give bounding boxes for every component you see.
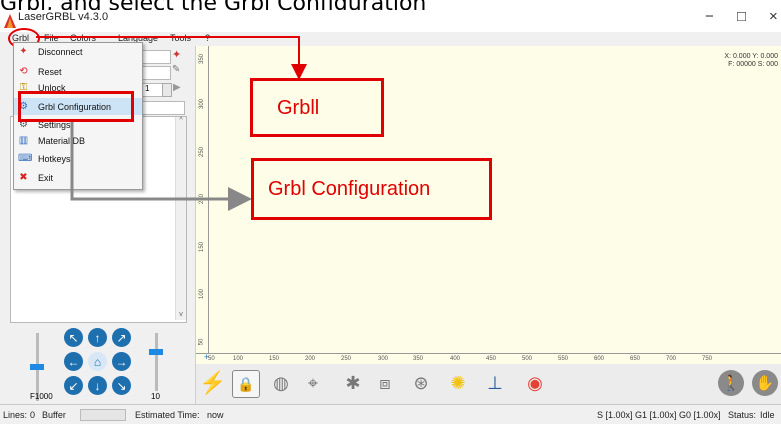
menu-help[interactable]: ? — [205, 33, 210, 43]
ruler-v-label: 250 — [199, 146, 206, 158]
lines-label: Lines: — [3, 410, 28, 420]
menu-item-exit[interactable]: ✖ Exit — [14, 169, 142, 186]
reset-icon: ⟲ — [19, 66, 28, 77]
step-slider-track[interactable] — [155, 333, 158, 391]
ruler-h-label: 100 — [233, 356, 244, 362]
ruler-h-label: 700 — [666, 356, 677, 362]
lightning-icon[interactable]: ⚡ — [199, 370, 226, 396]
jog-home-button[interactable]: ⌂ — [88, 352, 107, 371]
menu-item-hotkeys[interactable]: ⌨ Hotkeys — [14, 150, 142, 167]
ruler-h-label: 750 — [702, 356, 713, 362]
menu-item-label: Reset — [38, 67, 62, 77]
crosshair-icon[interactable]: ⌖ — [300, 370, 326, 396]
color-wheel-icon[interactable]: ◉ — [522, 370, 548, 396]
xy-coords: X: 0.000 Y: 0.000 — [724, 53, 778, 60]
config-highlight-box — [18, 91, 134, 122]
config-callout-label: Grbl Configuration — [268, 178, 431, 200]
jog-up-button[interactable]: ↑ — [88, 328, 107, 347]
ruler-h-label: 400 — [450, 356, 461, 362]
menu-item-label: Material DB — [38, 136, 86, 146]
minimize-button[interactable]: − — [705, 8, 714, 25]
log-scrollbar[interactable]: ^ v — [175, 117, 186, 320]
frame-icon[interactable]: ⧈ — [372, 370, 398, 396]
grbl-callout-box: Grbll — [250, 78, 384, 137]
exit-icon: ✖ — [19, 172, 28, 183]
grbl-callout-label: Grbll — [277, 97, 320, 119]
ruler-h-label: 150 — [269, 356, 280, 362]
close-button[interactable]: × — [769, 8, 778, 25]
menu-item-reset[interactable]: ⟲ Reset — [14, 63, 142, 80]
ruler-h-label: 650 — [630, 356, 641, 362]
ruler-h-label: 450 — [486, 356, 497, 362]
buffer-progress — [80, 409, 126, 421]
buffer-label: Buffer — [42, 410, 66, 420]
lock-icon[interactable]: 🔒 — [232, 370, 260, 398]
ruler-h-label: 350 — [413, 356, 424, 362]
disconnect-icon: ✦ — [19, 46, 28, 57]
book-icon: ▥ — [18, 135, 29, 146]
ruler-v-label: 200 — [199, 193, 206, 205]
overrides-status: S [1.00x] G1 [1.00x] G0 [1.00x] — [597, 410, 721, 420]
speed-label: F1000 — [30, 392, 53, 401]
speed-slider-thumb[interactable] — [30, 364, 44, 370]
menu-item-label: Hotkeys — [38, 154, 71, 164]
ruler-v-label: 300 — [199, 98, 206, 110]
origin-marker: + — [204, 352, 210, 362]
status-value: Idle — [760, 410, 775, 420]
pencil-icon[interactable]: ✎ — [172, 64, 186, 78]
jog-down-left-button[interactable]: ↙ — [64, 376, 83, 395]
ruler-v-label: 150 — [199, 241, 206, 253]
star-icon[interactable]: ✱ — [340, 370, 366, 396]
ruler-v-label: 50 — [198, 338, 205, 346]
light-bulb-icon[interactable]: ✺ — [445, 370, 471, 396]
ruler-v-label: 350 — [199, 53, 206, 65]
ruler-v-label: 100 — [199, 288, 206, 300]
jog-left-button[interactable]: ← — [64, 352, 83, 371]
ruler-h-label: 550 — [558, 356, 569, 362]
config-callout-box: Grbl Configuration — [251, 158, 492, 220]
ruler-h-label: 300 — [378, 356, 389, 362]
menu-item-material-db[interactable]: ▥ Material DB — [14, 132, 142, 149]
status-label: Status: — [728, 410, 757, 420]
jog-down-button[interactable]: ↓ — [88, 376, 107, 395]
target-icon[interactable]: ⊛ — [408, 370, 434, 396]
time-value: now — [207, 410, 224, 420]
feed-speed: F: 00000 S: 000 — [728, 61, 778, 68]
app-logo-icon — [4, 14, 16, 28]
step-label: 10 — [151, 392, 160, 401]
ruler-h-label: 250 — [341, 356, 352, 362]
jog-up-right-button[interactable]: ↗ — [112, 328, 131, 347]
menu-item-label: Disconnect — [38, 47, 83, 57]
step-slider-thumb[interactable] — [149, 349, 163, 355]
coordinates-readout: X: 0.000 Y: 0.000 F: 00000 S: 000 — [724, 53, 778, 69]
passes-spinner[interactable]: 1 — [142, 83, 164, 97]
connect-icon[interactable]: ✦ — [172, 48, 186, 62]
jog-up-left-button[interactable]: ↖ — [64, 328, 83, 347]
jog-right-button[interactable]: → — [112, 352, 131, 371]
lines-value: 0 — [30, 410, 36, 420]
title-bar — [0, 10, 781, 32]
vertical-ruler: 350 300 250 200 150 100 50 — [196, 46, 209, 364]
stop-hand-icon[interactable]: ✋ — [752, 370, 778, 396]
ruler-h-label: 600 — [594, 356, 605, 362]
ruler-h-label: 500 — [522, 356, 533, 362]
spinner-arrows[interactable] — [162, 83, 172, 97]
globe-icon[interactable]: ◍ — [268, 370, 294, 396]
menu-item-disconnect[interactable]: ✦ Disconnect — [14, 43, 142, 60]
window-title: LaserGRBL v4.3.0 — [18, 11, 109, 23]
status-bar: Lines: 0 Buffer Estimated Time: now S [1… — [0, 404, 781, 424]
play-icon[interactable]: ▶ — [173, 82, 181, 93]
jog-down-right-button[interactable]: ↘ — [112, 376, 131, 395]
maximize-button[interactable]: □ — [737, 8, 746, 25]
time-label: Estimated Time: — [135, 410, 200, 420]
ruler-h-label: 200 — [305, 356, 316, 362]
walk-icon[interactable]: 🚶 — [718, 370, 744, 396]
laser-icon[interactable]: ⊥ — [482, 370, 508, 396]
menu-item-label: Exit — [38, 173, 54, 183]
menu-tools[interactable]: Tools — [170, 33, 191, 43]
keyboard-icon: ⌨ — [18, 153, 33, 164]
